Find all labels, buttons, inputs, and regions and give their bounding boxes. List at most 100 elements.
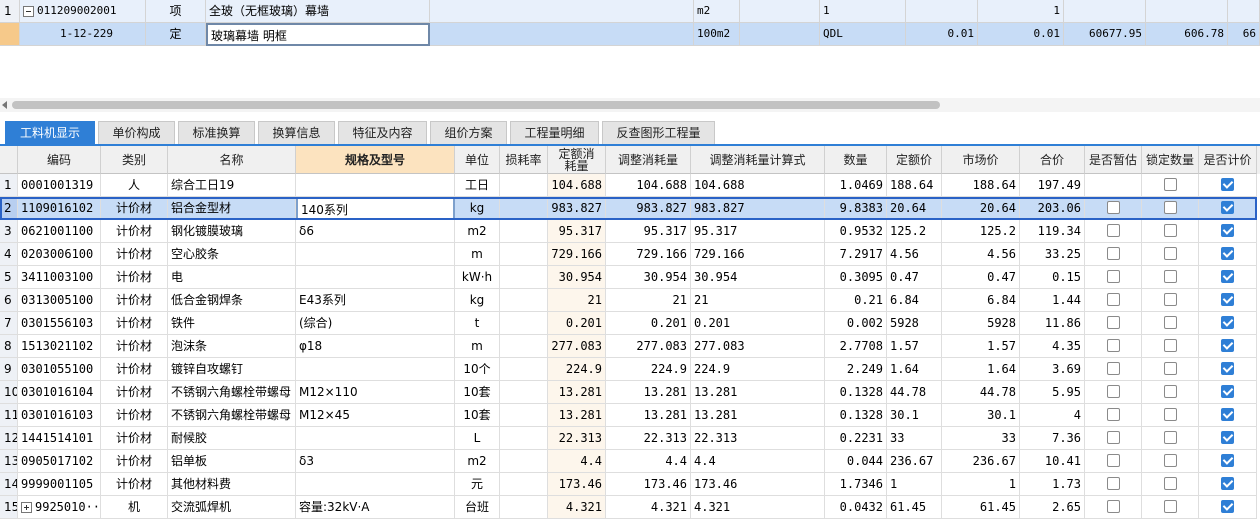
unit-cell[interactable]: t bbox=[455, 312, 500, 335]
quota-unit-cell[interactable]: 100m2 bbox=[694, 23, 740, 46]
header-is-estimated[interactable]: 是否暂估 bbox=[1085, 146, 1142, 174]
item-desc-cell[interactable] bbox=[430, 0, 694, 23]
adjusted-consumption-cell[interactable]: 13.281 bbox=[606, 404, 691, 427]
unit-cell[interactable]: kg bbox=[455, 197, 500, 220]
name-cell[interactable]: 铝合金型材 bbox=[168, 197, 296, 220]
adjusted-consumption-cell[interactable]: 22.313 bbox=[606, 427, 691, 450]
is-priced-checkbox[interactable] bbox=[1221, 339, 1234, 352]
is-estimated-checkbox[interactable] bbox=[1106, 201, 1120, 214]
resource-row[interactable]: 12 1441514101 计价材 耐候胶 L 22.313 22.313 22.313 0.2… bbox=[0, 427, 1260, 450]
code-cell[interactable]: 0203006100 bbox=[18, 243, 101, 266]
tab-unit-price-composition[interactable]: 单价构成 bbox=[98, 121, 175, 144]
adjusted-consumption-cell[interactable]: 13.281 bbox=[606, 381, 691, 404]
header-adjusted-formula[interactable]: 调整消耗量计算式 bbox=[691, 146, 825, 174]
loss-rate-cell[interactable] bbox=[500, 335, 548, 358]
spec-cell[interactable]: M12×45 bbox=[296, 404, 455, 427]
header-adjusted-consumption[interactable]: 调整消耗量 bbox=[606, 146, 691, 174]
header-is-priced[interactable]: 是否计价 bbox=[1199, 146, 1257, 174]
is-priced-checkbox[interactable] bbox=[1221, 247, 1234, 260]
code-cell[interactable]: 0313005100 bbox=[18, 289, 101, 312]
header-quota-price[interactable]: 定额价 bbox=[887, 146, 942, 174]
is-priced-checkbox[interactable] bbox=[1221, 500, 1234, 513]
code-cell[interactable]: 0301016104 bbox=[18, 381, 101, 404]
unit-cell[interactable]: kW·h bbox=[455, 266, 500, 289]
collapse-icon[interactable] bbox=[23, 5, 34, 17]
adjusted-formula-cell[interactable]: 729.166 bbox=[691, 243, 825, 266]
resource-row[interactable]: 14 9999001105 计价材 其他材料费元 173.46 173.46 173.46 1… bbox=[0, 473, 1260, 496]
quota-qty-cell[interactable]: 0.01 bbox=[978, 23, 1064, 46]
code-cell[interactable]: 0905017102 bbox=[18, 450, 101, 473]
is-priced-checkbox[interactable] bbox=[1221, 454, 1234, 467]
lock-quantity-checkbox[interactable] bbox=[1163, 293, 1177, 306]
resource-row[interactable]: 8 1513021102 计价材 泡沫条 φ18 m 277.083 277.083 277.0… bbox=[0, 335, 1260, 358]
quota-cell-6[interactable] bbox=[740, 23, 820, 46]
lock-quantity-checkbox[interactable] bbox=[1163, 339, 1177, 352]
loss-rate-cell[interactable] bbox=[500, 473, 548, 496]
unit-cell[interactable]: 台班 bbox=[455, 496, 500, 519]
adjusted-consumption-cell[interactable]: 104.688 bbox=[606, 174, 691, 197]
unit-cell[interactable]: kg bbox=[455, 289, 500, 312]
lock-quantity-checkbox[interactable] bbox=[1163, 408, 1177, 421]
is-priced-checkbox[interactable] bbox=[1221, 224, 1234, 237]
is-priced-checkbox[interactable] bbox=[1221, 178, 1234, 191]
spec-cell[interactable]: φ18 bbox=[296, 335, 455, 358]
category-cell[interactable]: 机 bbox=[101, 496, 168, 519]
lock-quantity-checkbox[interactable] bbox=[1163, 431, 1177, 444]
name-cell[interactable]: 铁件 bbox=[168, 312, 296, 335]
adjusted-consumption-cell[interactable]: 30.954 bbox=[606, 266, 691, 289]
code-cell[interactable]: 1109016102 bbox=[18, 197, 101, 220]
name-cell[interactable]: 其他材料费 bbox=[168, 473, 296, 496]
resource-row[interactable]: 2 1109016102 计价材 铝合金型材 140系列 kg 983.827 983.827… bbox=[0, 197, 1260, 220]
is-estimated-checkbox[interactable] bbox=[1106, 339, 1120, 352]
lock-quantity-checkbox[interactable] bbox=[1163, 477, 1177, 490]
category-cell[interactable]: 计价材 bbox=[101, 404, 168, 427]
spec-cell[interactable]: 容量:32kV·A bbox=[296, 496, 455, 519]
adjusted-formula-cell[interactable]: 30.954 bbox=[691, 266, 825, 289]
adjusted-consumption-cell[interactable]: 95.317 bbox=[606, 220, 691, 243]
loss-rate-cell[interactable] bbox=[500, 243, 548, 266]
loss-rate-cell[interactable] bbox=[500, 450, 548, 473]
adjusted-consumption-cell[interactable]: 277.083 bbox=[606, 335, 691, 358]
lock-quantity-checkbox[interactable] bbox=[1163, 500, 1177, 513]
lock-quantity-checkbox[interactable] bbox=[1163, 454, 1177, 467]
item-qty-cell[interactable]: 1 bbox=[978, 0, 1064, 23]
lock-quantity-checkbox[interactable] bbox=[1163, 201, 1177, 214]
adjusted-formula-cell[interactable]: 224.9 bbox=[691, 358, 825, 381]
loss-rate-cell[interactable] bbox=[500, 496, 548, 519]
category-cell[interactable]: 计价材 bbox=[101, 381, 168, 404]
market-price-cell[interactable]: 0.47 bbox=[942, 266, 1020, 289]
quota-qty-expr-cell[interactable]: QDL bbox=[820, 23, 906, 46]
code-cell[interactable]: 0621001100 bbox=[18, 220, 101, 243]
category-cell[interactable]: 计价材 bbox=[101, 450, 168, 473]
adjusted-consumption-cell[interactable]: 983.827 bbox=[606, 197, 691, 220]
spec-cell[interactable]: δ6 bbox=[296, 220, 455, 243]
name-cell[interactable]: 钢化镀膜玻璃 bbox=[168, 220, 296, 243]
adjusted-formula-cell[interactable]: 13.281 bbox=[691, 404, 825, 427]
name-cell[interactable]: 不锈钢六角螺栓带螺母 bbox=[168, 404, 296, 427]
upper-row-2[interactable]: 1-12-229 定 玻璃幕墙 明框 100m2 QDL 0.01 0.01 6… bbox=[0, 23, 1260, 46]
quota-unit-price-cell[interactable]: 60677.95 bbox=[1064, 23, 1146, 46]
category-cell[interactable]: 计价材 bbox=[101, 358, 168, 381]
item-cell-6[interactable] bbox=[740, 0, 820, 23]
unit-cell[interactable]: m bbox=[455, 243, 500, 266]
market-price-cell[interactable]: 33 bbox=[942, 427, 1020, 450]
tab-conversion-info[interactable]: 换算信息 bbox=[258, 121, 335, 144]
adjusted-formula-cell[interactable]: 13.281 bbox=[691, 381, 825, 404]
is-estimated-checkbox[interactable] bbox=[1106, 500, 1120, 513]
category-cell[interactable]: 计价材 bbox=[101, 312, 168, 335]
header-lock-quantity[interactable]: 锁定数量 bbox=[1142, 146, 1199, 174]
item-code-cell[interactable]: 011209002001 bbox=[20, 0, 146, 23]
market-price-cell[interactable]: 4.56 bbox=[942, 243, 1020, 266]
loss-rate-cell[interactable] bbox=[500, 358, 548, 381]
is-estimated-checkbox[interactable] bbox=[1106, 431, 1120, 444]
adjusted-consumption-cell[interactable]: 4.4 bbox=[606, 450, 691, 473]
category-cell[interactable]: 计价材 bbox=[101, 266, 168, 289]
spec-cell[interactable] bbox=[296, 473, 455, 496]
tab-pricing-scheme[interactable]: 组价方案 bbox=[430, 121, 507, 144]
resource-row[interactable]: 5 3411003100 计价材电 kW·h 30.954 30.954 30.954 0.3… bbox=[0, 266, 1260, 289]
item-cell-10[interactable] bbox=[1064, 0, 1146, 23]
unit-cell[interactable]: m2 bbox=[455, 220, 500, 243]
adjusted-formula-cell[interactable]: 4.4 bbox=[691, 450, 825, 473]
item-unit-cell[interactable]: m2 bbox=[694, 0, 740, 23]
tab-standard-conversion[interactable]: 标准换算 bbox=[178, 121, 255, 144]
